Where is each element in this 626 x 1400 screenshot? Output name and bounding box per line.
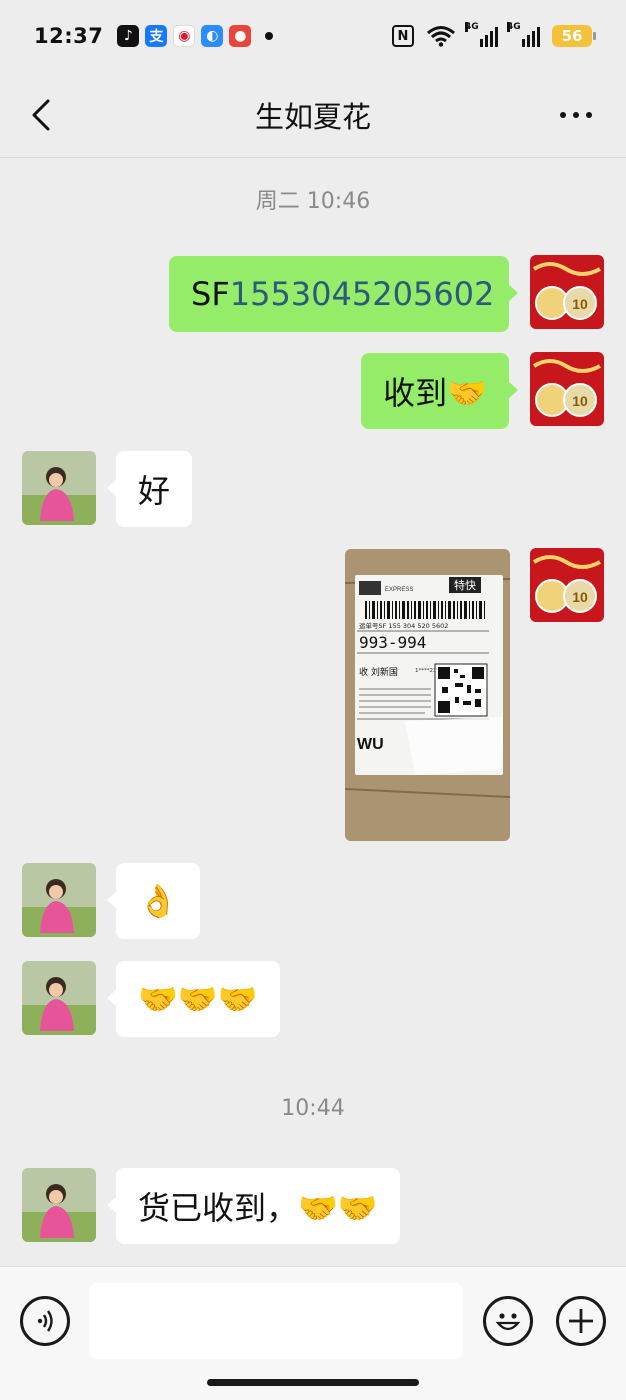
emoji-icon[interactable]	[483, 1296, 533, 1346]
message-input[interactable]	[89, 1283, 463, 1359]
label-brand: EXPRESS	[385, 587, 413, 593]
system-icons: N 4G 4G 56	[392, 22, 596, 47]
message-bubble-handshakes[interactable]: 🤝🤝🤝	[107, 961, 280, 1037]
more-options-icon[interactable]	[560, 112, 592, 118]
back-icon[interactable]	[28, 97, 58, 133]
message-bubble-ok-emoji[interactable]: 👌	[107, 863, 200, 939]
avatar-contact-image	[22, 961, 96, 1035]
message-bubble-received[interactable]: 收到🤝	[361, 353, 518, 429]
status-bar: 12:37 ♪ 支 ◉ ◐ ● N 4G 4G 56	[0, 0, 626, 72]
wifi-icon	[427, 26, 455, 47]
message-text: 收到🤝	[383, 374, 487, 412]
avatar-self[interactable]: 10	[530, 352, 604, 426]
signal-icon-1: 4G	[465, 22, 498, 47]
message-emoji: 🤝🤝🤝	[138, 980, 258, 1018]
avatar-contact-image	[22, 863, 96, 937]
browser-icon: ◐	[201, 25, 224, 47]
label-waybill: 运单号SF 155 304 520 5602	[359, 621, 448, 630]
shipping-label-photo: EXPRESS 特快 运单号SF 155 304 520 5602 993-99…	[345, 549, 510, 841]
avatar-contact-image	[22, 1168, 96, 1242]
weibo-icon: ◉	[173, 25, 196, 47]
svg-text:10: 10	[572, 296, 588, 312]
avatar-contact[interactable]	[22, 961, 96, 1035]
avatar-self-image: 10	[530, 352, 604, 426]
message-emoji: 👌	[138, 882, 178, 920]
avatar-contact[interactable]	[22, 451, 96, 525]
avatar-contact[interactable]	[22, 1168, 96, 1242]
tracking-number-link[interactable]: 1553045205602	[230, 275, 495, 313]
more-notifications-dot	[265, 32, 274, 40]
tiktok-icon: ♪	[117, 25, 140, 47]
chat-header: 生如夏花	[0, 72, 626, 158]
label-service: 特快	[454, 578, 476, 592]
message-text-prefix: SF	[191, 275, 230, 313]
svg-text:10: 10	[572, 393, 588, 409]
message-bubble-ok-text[interactable]: 好	[106, 451, 193, 527]
avatar-self-image: 10	[530, 255, 604, 329]
label-area: WU	[357, 736, 384, 753]
avatar-self[interactable]: 10	[530, 548, 604, 622]
home-indicator[interactable]	[207, 1379, 419, 1386]
avatar-self-image: 10	[530, 548, 604, 622]
timestamp: 10:44	[281, 1096, 345, 1121]
notification-app-icons: ♪ 支 ◉ ◐ ●	[117, 25, 274, 47]
chat-title: 生如夏花	[254, 99, 371, 134]
avatar-self[interactable]: 10	[530, 255, 604, 329]
label-sort-code: 993-994	[359, 633, 426, 652]
smiley-icon	[495, 1313, 521, 1331]
timestamp: 周二 10:46	[255, 189, 371, 214]
avatar-contact[interactable]	[22, 863, 96, 937]
message-image-shipping-label[interactable]: EXPRESS 特快 运单号SF 155 304 520 5602 993-99…	[345, 549, 510, 841]
signal-icon-2: 4G	[507, 22, 540, 47]
label-recipient: 收 刘新国	[359, 666, 398, 678]
voice-icon[interactable]	[20, 1296, 70, 1346]
alipay-icon: 支	[145, 25, 168, 47]
avatar-contact-image	[22, 451, 96, 525]
message-list[interactable]: 周二 10:46 SF 1553045205602 10 收到🤝 10 好 EX…	[0, 159, 626, 1265]
battery-icon: 56	[552, 25, 596, 47]
message-text: 好	[138, 472, 171, 510]
message-bubble-tracking-number[interactable]: SF 1553045205602	[169, 256, 518, 332]
add-icon	[569, 1309, 593, 1333]
nfc-icon: N	[392, 25, 414, 47]
status-time: 12:37	[34, 24, 104, 48]
plus-icon[interactable]	[556, 1296, 606, 1346]
voice-wave-icon	[37, 1310, 53, 1332]
message-bubble-goods-received[interactable]: 货已收到，🤝🤝	[107, 1168, 400, 1244]
svg-text:10: 10	[572, 589, 588, 605]
app-icon: ●	[229, 25, 252, 47]
message-text: 货已收到，🤝🤝	[138, 1189, 378, 1227]
